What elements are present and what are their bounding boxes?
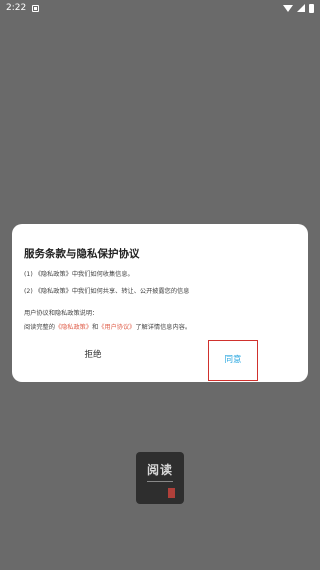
app-logo-text: 阅读 bbox=[146, 463, 173, 477]
policy-item-share: (2) 《隐私政策》中我们如何共享、转让、公开披露您的信息 bbox=[24, 288, 190, 295]
policy-item-collect: (1) 《隐私政策》中我们如何收集信息。 bbox=[24, 271, 134, 278]
dialog-title: 服务条款与隐私保护协议 bbox=[24, 248, 140, 260]
agree-button[interactable]: 同意 bbox=[208, 340, 258, 381]
battery-icon bbox=[309, 3, 314, 13]
app-logo: 阅读 bbox=[136, 452, 184, 504]
read-full-text: 阅读完整的《隐私政策》和《用户协议》了解详情信息内容。 bbox=[24, 322, 191, 331]
read-suffix: 了解详情信息内容。 bbox=[135, 324, 192, 331]
notification-icon bbox=[32, 4, 40, 12]
logo-divider bbox=[147, 481, 173, 482]
agreement-note: 用户协议和隐私政策说明： bbox=[24, 310, 99, 317]
wifi-icon bbox=[283, 4, 293, 12]
status-left: 2:22 bbox=[6, 3, 40, 13]
signal-icon bbox=[297, 4, 305, 12]
privacy-dialog: 服务条款与隐私保护协议 (1) 《隐私政策》中我们如何收集信息。 (2) 《隐私… bbox=[12, 224, 308, 382]
read-prefix: 阅读完整的 bbox=[24, 324, 55, 331]
reject-button[interactable]: 拒绝 bbox=[68, 348, 118, 360]
privacy-policy-link[interactable]: 《隐私政策》 bbox=[55, 324, 92, 331]
status-bar: 2:22 bbox=[0, 0, 320, 16]
status-right bbox=[283, 3, 314, 13]
screen: 2:22 服务条款与隐私保护协议 (1) 《隐私政策》中我们如何收集信息。 (2… bbox=[0, 0, 320, 570]
status-time: 2:22 bbox=[6, 3, 27, 13]
bookmark-icon bbox=[168, 488, 175, 501]
user-agreement-link[interactable]: 《用户协议》 bbox=[98, 324, 135, 331]
